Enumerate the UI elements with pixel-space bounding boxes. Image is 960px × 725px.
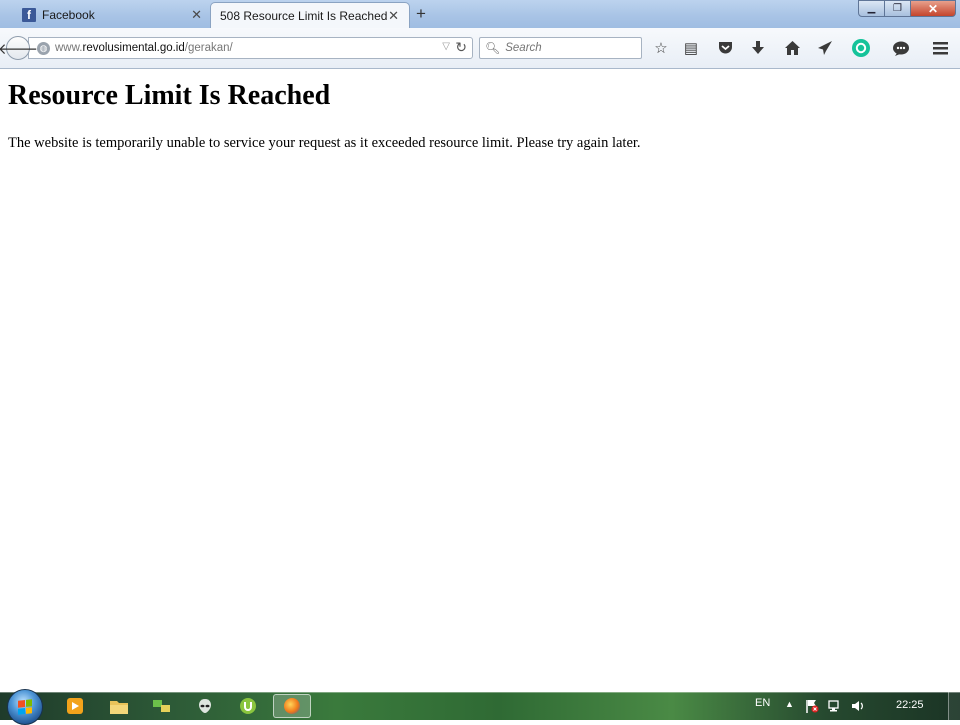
grammarly-icon[interactable] [850, 37, 872, 59]
show-desktop-button[interactable] [948, 692, 960, 720]
tab-label: Facebook [42, 8, 95, 22]
restore-button[interactable]: ❐ [885, 0, 911, 17]
url-bar[interactable]: ◍ www.revolusimental.go.id/gerakan/ ▽ ↻ [28, 37, 473, 59]
pocket-icon[interactable] [714, 37, 736, 59]
page-content: Resource Limit Is Reached The website is… [0, 70, 960, 692]
network-icon[interactable] [828, 699, 842, 716]
menu-icon[interactable] [929, 37, 951, 59]
firefox-task-button[interactable] [273, 694, 311, 718]
restore-icon: ❐ [893, 3, 902, 14]
title-bar: f Facebook ✕ 508 Resource Limit Is Reach… [0, 0, 960, 28]
page-heading: Resource Limit Is Reached [8, 80, 331, 111]
error-message: The website is temporarily unable to ser… [8, 135, 641, 151]
download-icon[interactable] [747, 37, 769, 59]
chat-icon[interactable] [890, 37, 912, 59]
new-tab-button[interactable]: + [416, 5, 426, 23]
taskbar: EN ▲ 22:25 [0, 689, 960, 725]
globe-icon[interactable]: ◍ [37, 41, 50, 55]
minimize-icon: ▁ [867, 3, 876, 14]
send-icon[interactable] [814, 37, 836, 59]
url-text[interactable]: www.revolusimental.go.id/gerakan/ [55, 42, 233, 54]
search-input[interactable] [505, 42, 636, 54]
reload-icon[interactable]: ↻ [455, 39, 467, 56]
media-player-icon[interactable] [58, 694, 92, 718]
show-hidden-icons-icon[interactable]: ▲ [785, 699, 794, 709]
volume-icon[interactable] [851, 699, 865, 716]
tab-resource-limit[interactable]: 508 Resource Limit Is Reached ✕ [210, 2, 410, 28]
url-domain: revolusimental.go.id [82, 42, 185, 54]
url-path: /gerakan/ [184, 42, 233, 54]
windows-logo-icon [18, 699, 32, 715]
bookmark-star-icon[interactable]: ☆ [650, 37, 672, 59]
close-icon: ✕ [927, 1, 939, 16]
window-controls: ▁ ❐ ✕ [858, 0, 956, 18]
tab-close-icon[interactable]: ✕ [191, 7, 202, 23]
tab-facebook[interactable]: f Facebook ✕ [12, 2, 212, 28]
language-indicator[interactable]: EN [755, 697, 770, 709]
search-icon: 🔍︎ [485, 41, 501, 55]
alien-app-icon[interactable] [188, 694, 222, 718]
back-arrow-icon: 🡐 [0, 40, 39, 58]
action-center-flag-icon[interactable] [805, 699, 819, 716]
navigation-toolbar: ◍ www.revolusimental.go.id/gerakan/ ▽ ↻ … [0, 28, 960, 69]
reading-list-icon[interactable]: ▤ [680, 37, 702, 59]
url-prefix: www. [55, 42, 83, 54]
home-icon[interactable] [781, 37, 803, 59]
search-bar[interactable]: 🔍︎ [479, 37, 642, 59]
back-button[interactable]: 🡐 [0, 36, 38, 60]
url-dropdown-icon[interactable]: ▽ [442, 41, 450, 52]
utorrent-icon[interactable] [231, 694, 265, 718]
tab-close-icon[interactable]: ✕ [388, 8, 399, 24]
network-app-icon[interactable] [145, 694, 179, 718]
close-window-button[interactable]: ✕ [911, 0, 956, 17]
facebook-icon: f [22, 8, 36, 22]
clock[interactable]: 22:25 [896, 699, 924, 711]
firefox-icon [284, 698, 300, 714]
file-explorer-icon[interactable] [102, 694, 136, 718]
minimize-button[interactable]: ▁ [858, 0, 885, 17]
tab-label: 508 Resource Limit Is Reached [220, 8, 388, 23]
